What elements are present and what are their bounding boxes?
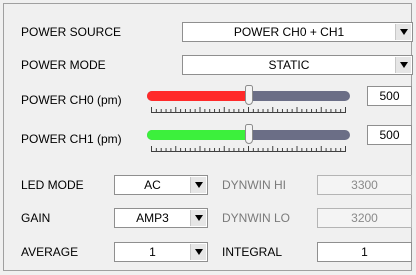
led-mode-value: AC	[144, 178, 161, 192]
power-ch1-label: POWER CH1 (pm)	[21, 132, 122, 146]
power-ch0-input[interactable]: 500	[367, 86, 412, 106]
led-mode-select[interactable]: AC	[114, 175, 208, 195]
power-ch0-slider-ticks	[151, 107, 346, 113]
chevron-down-icon[interactable]	[190, 244, 206, 260]
power-source-label: POWER SOURCE	[21, 25, 122, 39]
power-mode-label: POWER MODE	[21, 58, 106, 72]
average-label: AVERAGE	[21, 245, 79, 259]
gain-value: AMP3	[136, 211, 169, 225]
dynwin-hi-label: DYNWIN HI	[222, 178, 286, 192]
power-ch1-slider-fill	[147, 130, 249, 140]
power-ch1-slider-thumb[interactable]	[245, 124, 253, 144]
dynwin-hi-input[interactable]: 3300	[317, 175, 412, 195]
gain-label: GAIN	[21, 211, 51, 225]
average-select[interactable]: 1	[114, 242, 208, 262]
dynwin-lo-input[interactable]: 3200	[317, 208, 412, 228]
power-ch1-slider-ticks	[151, 146, 346, 152]
dynwin-lo-label: DYNWIN LO	[222, 211, 291, 225]
integral-label: INTEGRAL	[222, 245, 283, 259]
chevron-down-icon[interactable]	[395, 57, 411, 73]
power-ch0-label: POWER CH0 (pm)	[21, 93, 122, 107]
led-mode-label: LED MODE	[21, 178, 84, 192]
gain-select[interactable]: AMP3	[114, 208, 208, 228]
power-source-value: POWER CH0 + CH1	[233, 25, 345, 39]
power-ch0-slider-fill	[147, 91, 249, 101]
chevron-down-icon[interactable]	[395, 24, 411, 40]
power-ch0-slider-thumb[interactable]	[245, 85, 253, 105]
power-mode-value: STATIC	[268, 58, 310, 72]
chevron-down-icon[interactable]	[190, 210, 206, 226]
power-ch1-input[interactable]: 500	[367, 125, 412, 145]
power-source-select[interactable]: POWER CH0 + CH1	[182, 22, 413, 42]
chevron-down-icon[interactable]	[190, 177, 206, 193]
average-value: 1	[149, 245, 156, 259]
power-mode-select[interactable]: STATIC	[182, 55, 413, 75]
integral-input[interactable]: 1	[317, 242, 412, 262]
